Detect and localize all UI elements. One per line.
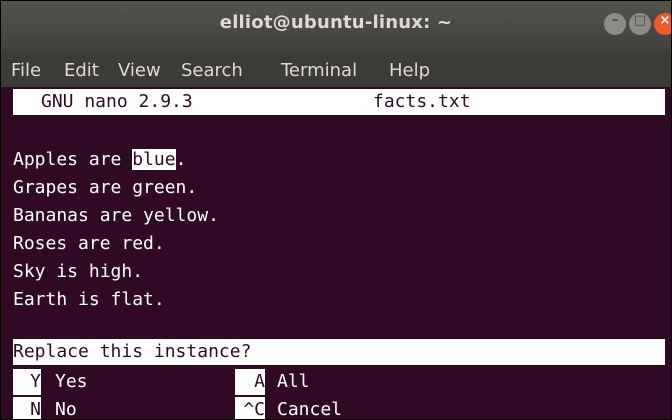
title-bar[interactable]: elliot@ubuntu-linux: ~ – □ ×	[1, 1, 671, 55]
key-a[interactable]: A	[235, 369, 265, 395]
nano-version: GNU nano 2.9.3	[41, 91, 193, 112]
maximize-icon[interactable]: □	[629, 13, 651, 35]
terminal-body[interactable]: GNU nano 2.9.3 facts.txt Apples are blue.…	[1, 87, 671, 419]
key-y[interactable]: Y	[13, 369, 41, 395]
key-ctrl-c[interactable]: ^C	[235, 397, 265, 419]
key-n[interactable]: N	[13, 397, 41, 419]
file-line: Bananas are yellow.	[13, 205, 219, 226]
file-line: Earth is flat.	[13, 289, 165, 310]
menu-help[interactable]: Help	[389, 60, 430, 81]
minimize-icon[interactable]: –	[604, 13, 626, 35]
menu-terminal[interactable]: Terminal	[281, 60, 357, 81]
nano-header: GNU nano 2.9.3 facts.txt	[13, 89, 665, 115]
option-cancel[interactable]: Cancel	[277, 397, 342, 419]
menu-view[interactable]: View	[118, 60, 161, 81]
option-all[interactable]: All	[277, 369, 310, 395]
menu-bar: File Edit View Search Terminal Help	[1, 55, 671, 87]
file-line: Apples are blue.	[13, 149, 187, 170]
search-match-highlight: blue	[132, 149, 176, 170]
close-icon[interactable]: ×	[654, 13, 671, 35]
menu-search[interactable]: Search	[181, 60, 243, 81]
nano-filename: facts.txt	[373, 91, 471, 112]
terminal-window: elliot@ubuntu-linux: ~ – □ × File Edit V…	[0, 0, 672, 420]
option-yes[interactable]: Yes	[55, 369, 88, 395]
file-line: Grapes are green.	[13, 177, 198, 198]
option-no[interactable]: No	[55, 397, 77, 419]
file-line: Roses are red.	[13, 233, 165, 254]
file-line: Sky is high.	[13, 261, 144, 282]
window-title: elliot@ubuntu-linux: ~	[219, 12, 453, 33]
menu-edit[interactable]: Edit	[64, 60, 99, 81]
menu-file[interactable]: File	[11, 60, 41, 81]
replace-prompt: Replace this instance?	[13, 339, 665, 365]
